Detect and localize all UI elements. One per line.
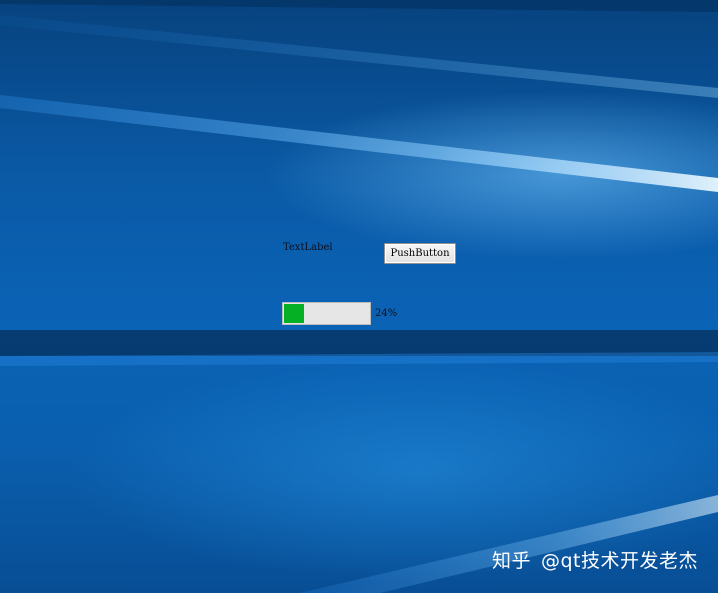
progress-percent: 24% — [375, 308, 398, 319]
push-button[interactable]: PushButton — [384, 243, 456, 264]
watermark-brand: 知乎 — [491, 550, 531, 572]
progress-bar — [282, 302, 371, 325]
watermark: 知乎 @qt技术开发老杰 — [492, 546, 698, 573]
text-label: TextLabel — [283, 242, 333, 253]
watermark-author: @qt技术开发老杰 — [540, 550, 698, 572]
desktop-wallpaper — [0, 0, 718, 593]
progress-fill — [284, 304, 304, 323]
